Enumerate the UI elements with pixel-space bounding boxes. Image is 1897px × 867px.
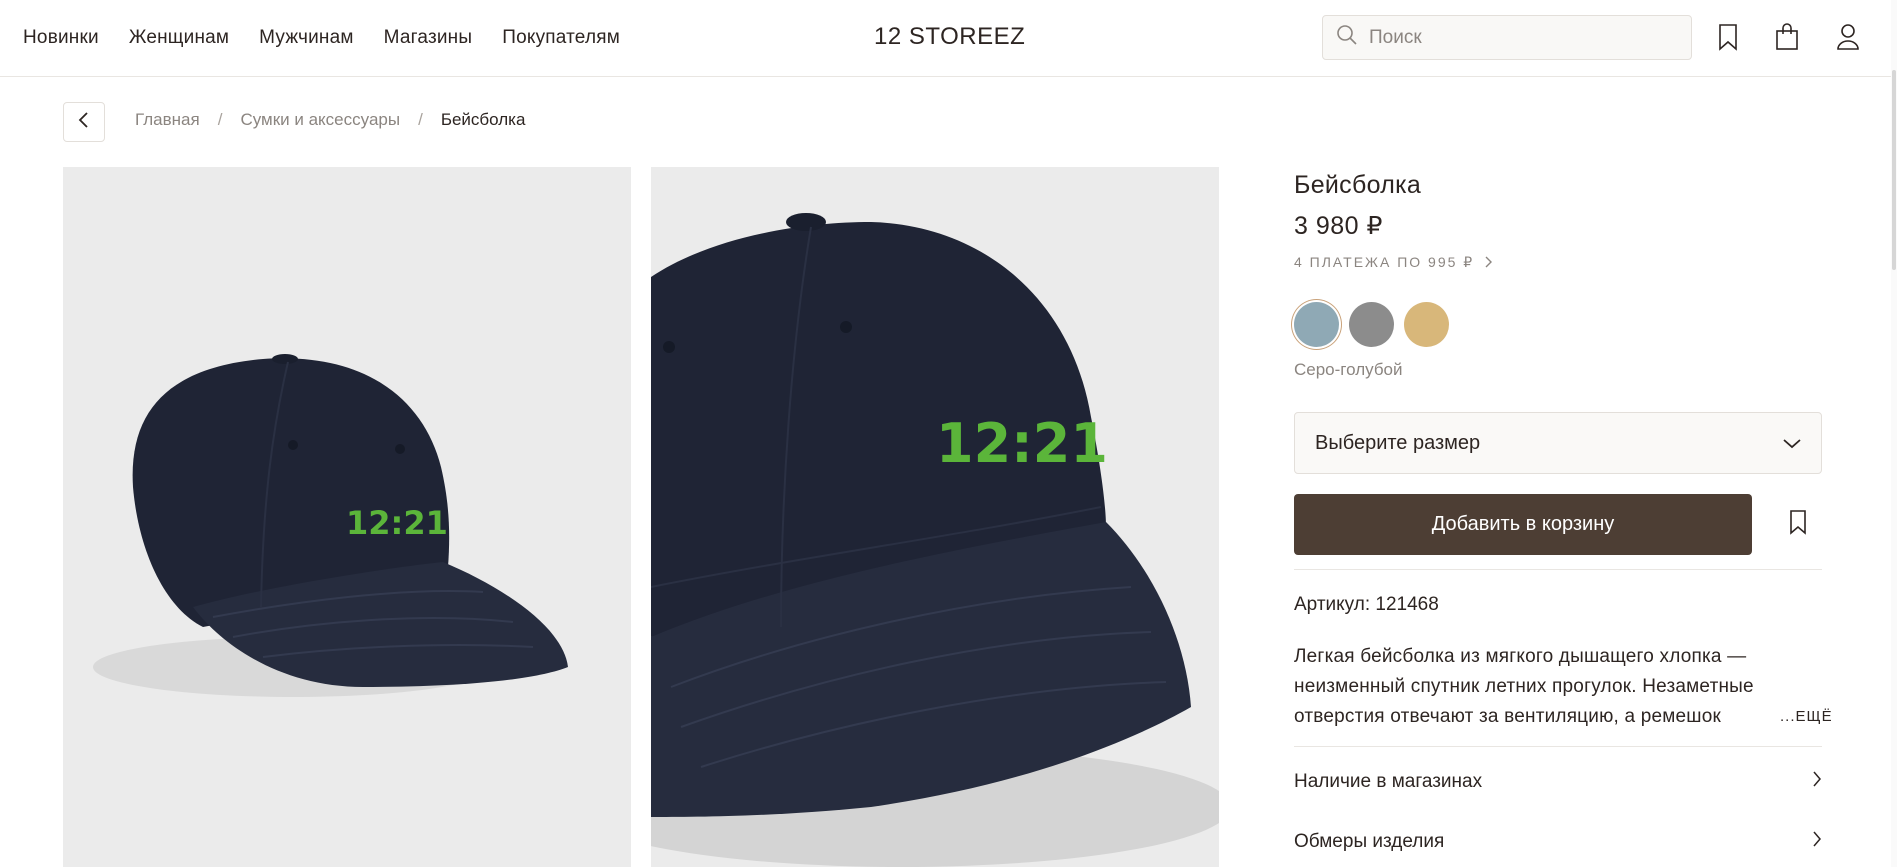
search-box[interactable] [1322, 15, 1692, 60]
add-to-favorites-button[interactable] [1774, 494, 1822, 555]
product-title: Бейсболка [1294, 171, 1422, 199]
scrollbar-thumb[interactable] [1892, 70, 1896, 270]
nav-item-women[interactable]: Женщинам [129, 27, 229, 49]
cap-image-closeup: 12:21 [651, 213, 1219, 867]
color-swatch-beige[interactable] [1404, 302, 1449, 347]
nav-item-stores[interactable]: Магазины [384, 27, 473, 49]
product-description: Легкая бейсболка из мягкого дышащего хло… [1294, 646, 1754, 727]
color-swatch-grey[interactable] [1349, 302, 1394, 347]
main-nav: Новинки Женщинам Мужчинам Магазины Покуп… [23, 0, 620, 75]
size-select[interactable]: Выберите размер [1294, 412, 1822, 474]
breadcrumb-bags-accessories[interactable]: Сумки и аксессуары [240, 110, 400, 130]
add-to-cart-button[interactable]: Добавить в корзину [1294, 494, 1752, 555]
breadcrumb-separator: / [418, 110, 423, 129]
nav-item-customers[interactable]: Покупателям [502, 27, 620, 49]
site-header: Новинки Женщинам Мужчинам Магазины Покуп… [0, 0, 1897, 77]
account-icon[interactable] [1833, 20, 1863, 54]
breadcrumb-separator: / [217, 110, 223, 129]
back-button[interactable] [63, 102, 105, 142]
chevron-right-icon [1484, 255, 1493, 271]
search-input[interactable] [1369, 26, 1669, 49]
color-swatches [1294, 302, 1449, 347]
divider [1294, 746, 1822, 747]
cart-icon[interactable] [1772, 20, 1802, 54]
installments-text: 4 ПЛАТЕЖА ПО 995 ₽ [1294, 254, 1475, 270]
measurements-link[interactable]: Обмеры изделия [1294, 830, 1822, 854]
description-more-link[interactable]: ...ЕЩЁ [1770, 708, 1833, 725]
product-price: 3 980 ₽ [1294, 212, 1383, 240]
breadcrumb: Главная / Сумки и аксессуары / Бейсболка [135, 110, 525, 130]
product-article: Артикул: 121468 [1294, 594, 1439, 615]
page-scrollbar[interactable] [1891, 0, 1897, 867]
product-photo-1[interactable]: 12:21 [63, 167, 631, 867]
brand-logo[interactable]: 12 STOREEZ [874, 23, 1025, 51]
measurements-label: Обмеры изделия [1294, 831, 1445, 852]
product-photo-2[interactable]: 12:21 [651, 167, 1219, 867]
nav-item-new[interactable]: Новинки [23, 27, 99, 49]
selected-color-name: Серо-голубой [1294, 360, 1403, 379]
chevron-down-icon [1783, 432, 1801, 455]
cap-image-front: 12:21 [93, 354, 568, 697]
store-availability-label: Наличие в магазинах [1294, 771, 1483, 792]
cap-embroidery-text: 12:21 [936, 412, 1108, 475]
installments-link[interactable]: 4 ПЛАТЕЖА ПО 995 ₽ [1294, 254, 1493, 271]
chevron-right-icon [1812, 770, 1822, 794]
size-select-label: Выберите размер [1315, 431, 1481, 454]
chevron-right-icon [1812, 830, 1822, 854]
divider [1294, 569, 1822, 570]
breadcrumb-home[interactable]: Главная [135, 110, 200, 130]
favorites-icon[interactable] [1713, 20, 1743, 54]
breadcrumb-current: Бейсболка [440, 110, 526, 129]
nav-item-men[interactable]: Мужчинам [259, 27, 354, 49]
bookmark-icon [1789, 509, 1807, 540]
search-icon [1335, 23, 1359, 52]
chevron-left-icon [77, 111, 91, 134]
cap-embroidery-text: 12:21 [346, 504, 448, 542]
color-swatch-blue-grey[interactable] [1294, 302, 1339, 347]
store-availability-link[interactable]: Наличие в магазинах [1294, 770, 1822, 794]
